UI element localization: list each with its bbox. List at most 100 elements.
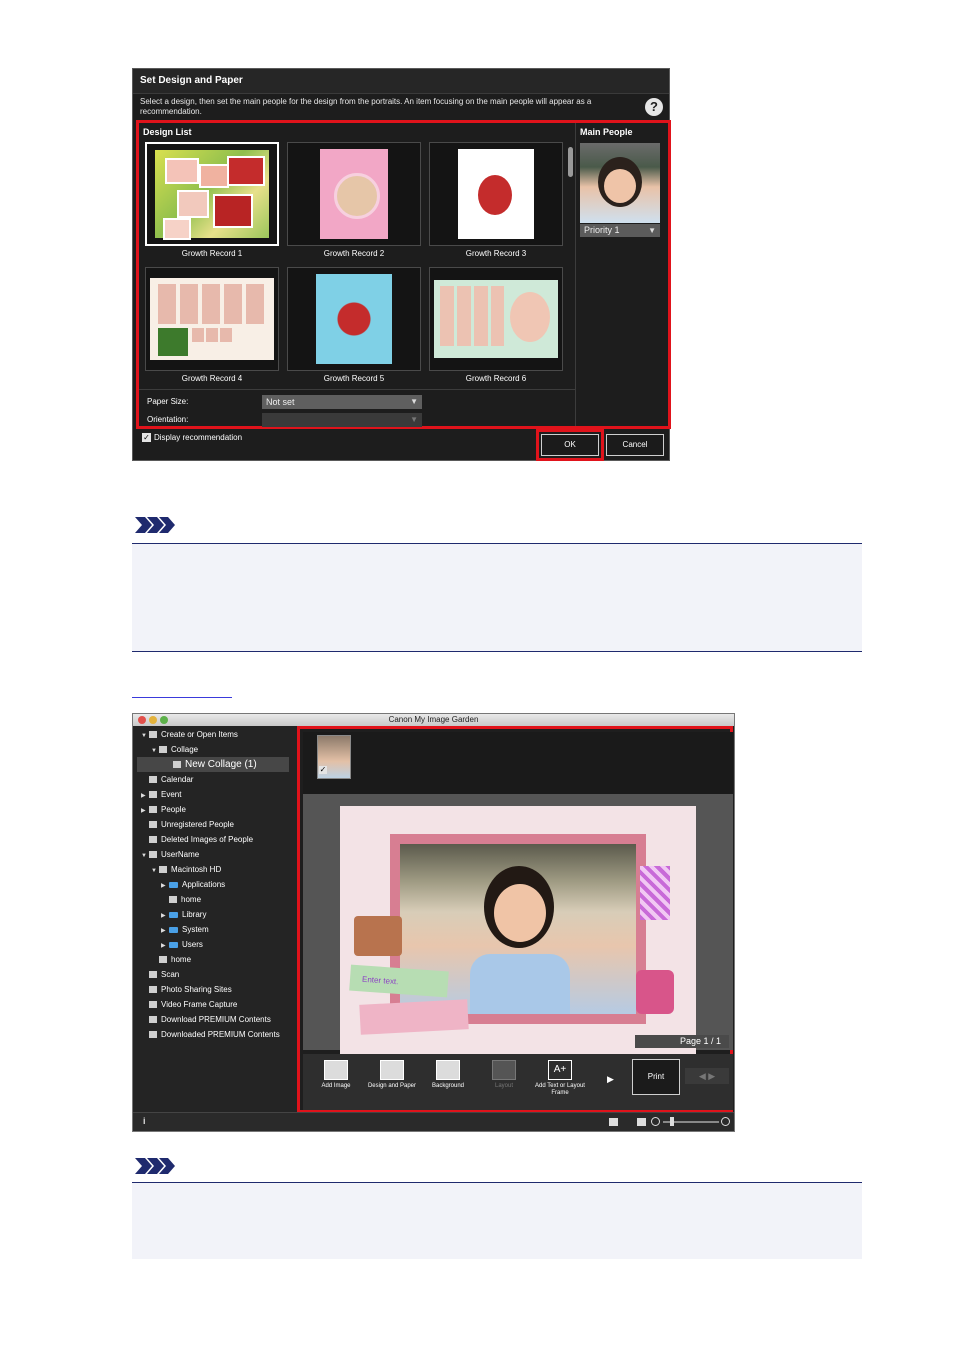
sidebar-item-14[interactable]: ▶ Users [133,937,297,952]
item-icon [149,821,157,828]
main-people-label: Main People [580,127,633,137]
panel-divider [575,123,576,426]
sidebar-item-16[interactable]: Scan [133,967,297,982]
sidebar-item-0[interactable]: ▼ Create or Open Items [133,727,297,742]
folder-icon [169,927,178,933]
edit-toolbar: Add Image Design and Paper Background La… [303,1054,733,1110]
chevron-right-icon[interactable]: ▶ [607,1074,614,1085]
sidebar-item-label: Create or Open Items [161,730,238,739]
display-recommendation-checkbox[interactable]: ✓ [142,433,151,442]
sidebar-item-1[interactable]: ▼ Collage [133,742,297,757]
zoom-slider-handle[interactable] [670,1117,674,1126]
item-icon [149,1001,157,1008]
design-thumb-6[interactable] [429,267,563,371]
sidebar-item-6[interactable]: Unregistered People [133,817,297,832]
sidebar-item-7[interactable]: Deleted Images of People [133,832,297,847]
add-text-icon: A+ [548,1060,572,1080]
sidebar-item-label: System [182,925,209,934]
view-mode-icon[interactable] [609,1118,618,1126]
design-area-highlight: Design List Growth Record 1 Growth Recor… [136,120,671,429]
info-icon[interactable]: i [143,1116,146,1126]
add-image-button[interactable]: Add Image [309,1056,363,1090]
sidebar-item-4[interactable]: ▶ Event [133,787,297,802]
page-nav-arrows[interactable]: ◀ ▶ [685,1068,729,1084]
item-icon [149,986,157,993]
orientation-select[interactable]: ▼ [262,413,422,427]
sidebar-item-10[interactable]: ▶ Applications [133,877,297,892]
sidebar-item-3[interactable]: Calendar [133,772,297,787]
ok-button[interactable]: OK [541,434,599,456]
sidebar-item-20[interactable]: Downloaded PREMIUM Contents [133,1027,297,1042]
zoom-out-icon[interactable] [651,1117,660,1126]
thumb-checkbox[interactable]: ✓ [319,766,327,774]
design-caption-2: Growth Record 2 [323,249,385,258]
design-thumb-3[interactable] [429,142,563,246]
paper-size-label: Paper Size: [147,397,189,406]
page-indicator: Page 1 / 1 [635,1035,729,1048]
zoom-in-icon[interactable] [721,1117,730,1126]
disclosure-open-icon[interactable]: ▼ [151,864,159,879]
disclosure-open-icon[interactable]: ▼ [151,744,159,759]
sidebar-item-label: Collage [171,745,199,754]
orientation-label: Orientation: [147,415,189,424]
design-paper-button[interactable]: Design and Paper [365,1056,419,1090]
folder-icon [169,882,178,888]
sidebar-item-label: Unregistered People [161,820,234,829]
design-thumb-4[interactable] [145,267,279,371]
collage-page[interactable]: Enter text. [340,806,696,1056]
sidebar-item-label: Deleted Images of People [161,835,254,844]
design-thumb-1[interactable] [145,142,279,246]
disclosure-open-icon[interactable]: ▼ [141,849,149,864]
chevron-down-icon: ▼ [648,226,656,235]
sidebar-item-11[interactable]: home [133,892,297,907]
sidebar-item-13[interactable]: ▶ System [133,922,297,937]
add-image-icon [324,1060,348,1080]
pink-label-bg [359,999,469,1035]
cancel-button[interactable]: Cancel [606,434,664,456]
note-icon [135,517,175,533]
design-list-label: Design List [143,127,192,137]
sidebar-item-2[interactable]: New Collage (1) [137,757,289,772]
sidebar-item-5[interactable]: ▶ People [133,802,297,817]
sidebar-item-18[interactable]: Video Frame Capture [133,997,297,1012]
layout-button[interactable]: Layout [477,1056,531,1090]
background-button[interactable]: Background [421,1056,475,1090]
sidebar-item-label: home [181,895,202,904]
sidebar-item-label: People [161,805,186,814]
set-design-dialog: Set Design and Paper Select a design, th… [132,68,671,461]
design-caption-1: Growth Record 1 [181,249,243,258]
gift-decoration [636,970,674,1014]
sidebar-tree: ▼ Create or Open Items ▼ Collage New Collage… [133,726,297,1042]
sidebar-item-label: Macintosh HD [171,865,222,874]
chevron-down-icon: ▼ [410,397,418,406]
display-recommendation-label: Display recommendation [154,433,243,442]
sidebar-item-12[interactable]: ▶ Library [133,907,297,922]
sidebar-item-17[interactable]: Photo Sharing Sites [133,982,297,997]
paper-size-select[interactable]: Not set ▼ [262,395,422,409]
add-text-button[interactable]: A+ Add Text or Layout Frame [533,1056,587,1097]
sidebar-item-8[interactable]: ▼ UserName [133,847,297,862]
main-person-portrait[interactable] [580,143,660,223]
item-icon [159,746,167,753]
sidebar-item-19[interactable]: Download PREMIUM Contents [133,1012,297,1027]
layout-label: Layout [494,1083,513,1089]
main-area-highlight: ✓ Enter text. Page 1 / 1 Add Image Desig… [297,726,733,1113]
sidebar-item-label: Video Frame Capture [161,1000,238,1009]
back-to-top-link[interactable] [132,697,232,698]
sidebar-item-label: Users [182,940,203,949]
sidebar-item-label: Photo Sharing Sites [161,985,232,994]
disclosure-open-icon[interactable]: ▼ [141,729,149,744]
priority-select[interactable]: Priority 1 ▼ [580,224,660,237]
item-icon [149,836,157,843]
app-window: Canon My Image Garden ▼ Create or Open It… [132,713,735,1132]
design-thumb-5[interactable] [287,267,421,371]
help-icon[interactable]: ? [645,98,663,116]
print-button[interactable]: Print [632,1059,680,1095]
fit-icon[interactable] [637,1118,646,1126]
edit-canvas[interactable]: Enter text. Page 1 / 1 [303,794,733,1056]
sidebar-item-9[interactable]: ▼ Macintosh HD [133,862,297,877]
sidebar-item-15[interactable]: home [133,952,297,967]
design-thumb-2[interactable] [287,142,421,246]
status-bar: i [133,1112,734,1131]
design-list-scrollbar[interactable] [568,147,573,177]
